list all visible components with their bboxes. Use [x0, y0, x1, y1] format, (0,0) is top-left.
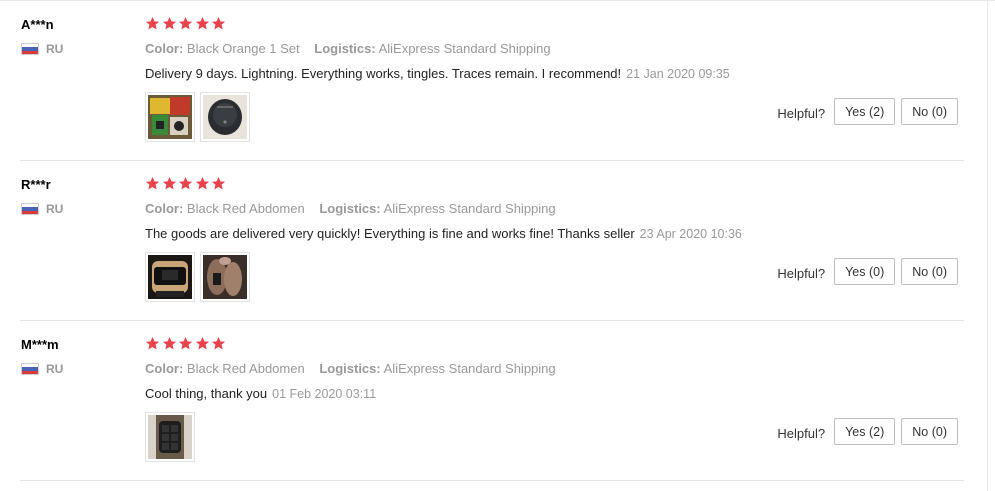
- review-date: 23 Apr 2020 10:36: [639, 227, 742, 241]
- star-icon: [178, 336, 194, 352]
- color-label: Color:: [145, 201, 184, 216]
- review-date: 01 Feb 2020 03:11: [272, 387, 377, 401]
- review-date: 21 Jan 2020 09:35: [626, 67, 730, 81]
- country-code: RU: [46, 362, 64, 376]
- star-icon: [178, 176, 194, 192]
- star-icon: [145, 176, 161, 192]
- vote-no-button[interactable]: No (0): [901, 258, 958, 285]
- review-photo-thumbnail[interactable]: [145, 92, 195, 142]
- review-photos: [145, 252, 255, 302]
- reviewer-name: R***r: [21, 177, 51, 192]
- review-photos: [145, 92, 255, 142]
- photo-product-box: [148, 95, 192, 139]
- review-photos: [145, 412, 200, 462]
- color-value: Black Red Abdomen: [186, 201, 305, 216]
- color-label: Color:: [145, 41, 184, 56]
- reviewer-country: RU: [21, 202, 63, 216]
- photo-abdomen-pad: [148, 415, 192, 459]
- star-icon: [162, 336, 178, 352]
- russia-flag-icon: [21, 43, 39, 55]
- vote-yes-button[interactable]: Yes (0): [834, 258, 896, 285]
- country-code: RU: [46, 202, 64, 216]
- reviewer-country: RU: [21, 42, 63, 56]
- logistics-value: AliExpress Standard Shipping: [383, 361, 556, 376]
- helpful-label: Helpful?: [777, 106, 826, 121]
- star-icon: [162, 176, 178, 192]
- logistics-label: Logistics:: [319, 201, 381, 216]
- reviewer-country: RU: [21, 362, 63, 376]
- review-photo-thumbnail[interactable]: [200, 252, 250, 302]
- reviewer-name: M***m: [21, 337, 59, 352]
- helpful-voting: Helpful? Yes (2) No (0): [777, 98, 965, 125]
- photo-body: [203, 255, 247, 299]
- review-item: R***r RU Color: Black Red Abdomen Logist…: [0, 161, 965, 321]
- review-text: The goods are delivered very quickly! Ev…: [145, 226, 742, 241]
- star-icon: [178, 16, 194, 32]
- right-border: [987, 0, 988, 491]
- review-item: M***m RU Color: Black Red Abdomen Logist…: [0, 321, 965, 481]
- color-label: Color:: [145, 361, 184, 376]
- star-rating: [145, 16, 228, 32]
- review-photo-thumbnail[interactable]: [145, 412, 195, 462]
- helpful-label: Helpful?: [777, 426, 826, 441]
- order-info: Color: Black Orange 1 Set Logistics: Ali…: [145, 41, 551, 56]
- review-text: Cool thing, thank you 01 Feb 2020 03:11: [145, 386, 376, 401]
- star-icon: [145, 336, 161, 352]
- russia-flag-icon: [21, 363, 39, 375]
- photo-abdomen-belt: [148, 255, 192, 299]
- country-code: RU: [46, 42, 64, 56]
- star-icon: [211, 336, 227, 352]
- star-icon: [211, 176, 227, 192]
- color-value: Black Red Abdomen: [186, 361, 305, 376]
- vote-yes-button[interactable]: Yes (2): [834, 98, 896, 125]
- helpful-label: Helpful?: [777, 266, 826, 281]
- vote-no-button[interactable]: No (0): [901, 98, 958, 125]
- star-icon: [195, 336, 211, 352]
- star-rating: [145, 176, 228, 192]
- star-rating: [145, 336, 228, 352]
- logistics-label: Logistics:: [319, 361, 381, 376]
- vote-no-button[interactable]: No (0): [901, 418, 958, 445]
- color-value: Black Orange 1 Set: [186, 41, 300, 56]
- star-icon: [211, 16, 227, 32]
- photo-round-device: [203, 95, 247, 139]
- review-item: A***n RU Color: Black Orange 1 Set Logis…: [0, 1, 965, 161]
- star-icon: [195, 176, 211, 192]
- star-icon: [145, 16, 161, 32]
- review-text: Delivery 9 days. Lightning. Everything w…: [145, 66, 730, 81]
- review-photo-thumbnail[interactable]: [200, 92, 250, 142]
- order-info: Color: Black Red Abdomen Logistics: AliE…: [145, 361, 556, 376]
- vote-yes-button[interactable]: Yes (2): [834, 418, 896, 445]
- star-icon: [195, 16, 211, 32]
- review-divider: [20, 480, 964, 481]
- russia-flag-icon: [21, 203, 39, 215]
- helpful-voting: Helpful? Yes (0) No (0): [777, 258, 965, 285]
- helpful-voting: Helpful? Yes (2) No (0): [777, 418, 965, 445]
- logistics-label: Logistics:: [314, 41, 376, 56]
- reviewer-name: A***n: [21, 17, 54, 32]
- logistics-value: AliExpress Standard Shipping: [383, 201, 556, 216]
- star-icon: [162, 16, 178, 32]
- logistics-value: AliExpress Standard Shipping: [378, 41, 551, 56]
- review-body: The goods are delivered very quickly! Ev…: [145, 226, 635, 241]
- review-photo-thumbnail[interactable]: [145, 252, 195, 302]
- review-body: Delivery 9 days. Lightning. Everything w…: [145, 66, 622, 81]
- review-body: Cool thing, thank you: [145, 386, 268, 401]
- order-info: Color: Black Red Abdomen Logistics: AliE…: [145, 201, 556, 216]
